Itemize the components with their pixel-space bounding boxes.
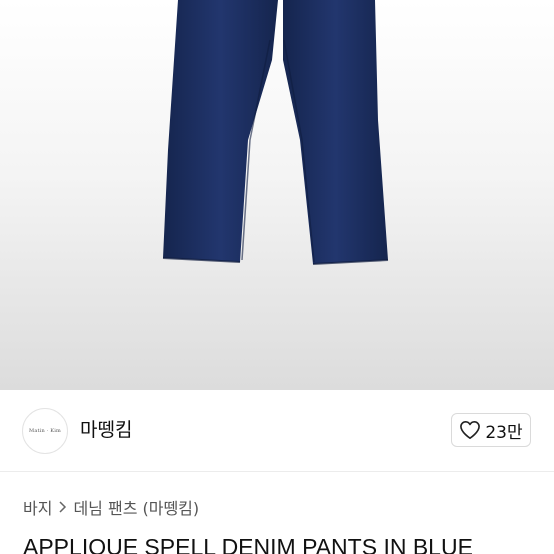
chevron-right-icon	[58, 501, 67, 513]
denim-pants-image	[162, 0, 389, 265]
product-title: APPLIQUE SPELL DENIM PANTS IN BLUE	[23, 534, 473, 554]
breadcrumb-item-category[interactable]: 바지	[23, 495, 52, 519]
like-button[interactable]: 23만	[451, 413, 531, 447]
like-count: 23만	[485, 422, 523, 443]
breadcrumb-item-subcategory[interactable]: 데님 팬츠 (마뗑킴)	[73, 495, 199, 519]
seller-avatar[interactable]: Matin · Kim	[22, 408, 68, 454]
seller-bar: Matin · Kim 마뗑킴 23만	[0, 390, 554, 472]
seller-name[interactable]: 마뗑킴	[80, 418, 132, 442]
seller-logo-text: Matin · Kim	[29, 428, 61, 434]
left-leg	[163, 0, 278, 262]
heart-outline-icon	[460, 421, 481, 439]
right-leg	[283, 0, 388, 264]
breadcrumb: 바지 데님 팬츠 (마뗑킴)	[23, 496, 199, 518]
product-image[interactable]	[0, 0, 554, 390]
